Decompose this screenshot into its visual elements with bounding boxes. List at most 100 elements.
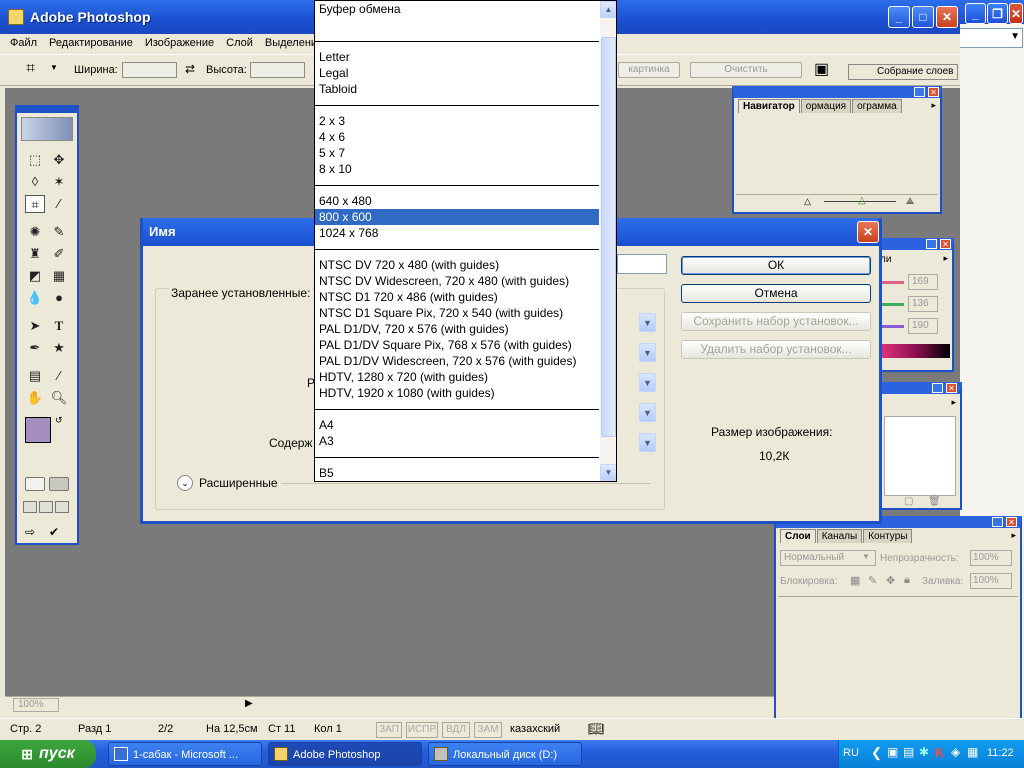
tab-info[interactable]: ормация	[800, 99, 852, 113]
preset-list-item[interactable]	[315, 17, 599, 33]
preset-list-item[interactable]: HDTV, 1280 x 720 (with guides)	[315, 369, 599, 385]
preset-list-item[interactable]: PAL D1/DV Square Pix, 768 x 576 (with gu…	[315, 337, 599, 353]
green-slider[interactable]	[882, 303, 904, 306]
lock-icon[interactable]: 🔒︎	[904, 574, 910, 587]
preset-list-item[interactable]: 5 x 7	[315, 145, 599, 161]
screen-mode-full-menu-icon[interactable]	[39, 501, 53, 513]
preset-list-item[interactable]: Letter	[315, 49, 599, 65]
preset-list-item[interactable]: NTSC DV Widescreen, 720 x 480 (with guid…	[315, 273, 599, 289]
network-icon[interactable]: ▣	[887, 745, 898, 759]
scroll-down-icon[interactable]: ▼	[600, 464, 616, 481]
stamp-tool-icon[interactable]: ♜	[25, 245, 45, 263]
spelling-book-icon[interactable]: 📖︎	[588, 721, 605, 737]
type-tool-icon[interactable]: T	[49, 317, 69, 335]
eraser-tool-icon[interactable]: ◩	[25, 267, 45, 285]
tab-layers[interactable]: Слои	[780, 529, 816, 543]
swap-colors-icon[interactable]: ↺	[55, 415, 63, 426]
crop-tool-icon[interactable]: ⌗	[26, 60, 35, 78]
path-selection-icon[interactable]: ➤	[25, 317, 45, 335]
layer-comps-tab[interactable]: Собрание слоев	[848, 64, 958, 80]
star-icon[interactable]: ✱	[919, 745, 929, 759]
swap-icon[interactable]: ⇄	[185, 62, 195, 76]
advanced-label[interactable]: Расширенные	[199, 476, 278, 490]
panel-menu-icon[interactable]: ▸	[951, 397, 956, 408]
chevron-down-icon[interactable]: ▼	[639, 313, 656, 332]
preset-list-item[interactable]: Legal	[315, 65, 599, 81]
dodge-tool-icon[interactable]: ●	[49, 289, 69, 307]
jump-to-imageready-icon[interactable]: ⇨	[25, 525, 45, 541]
fill-input[interactable]: 100%	[970, 573, 1012, 589]
trash-icon[interactable]: 🗑︎	[928, 496, 941, 507]
taskbar-item-explorer[interactable]: Локальный диск (D:)	[428, 742, 582, 766]
close-icon[interactable]: ✕	[1006, 517, 1017, 527]
preset-list-item[interactable]: 1024 x 768	[315, 225, 599, 241]
preset-list-item[interactable]: Tabloid	[315, 81, 599, 97]
preset-list-item[interactable]: 800 x 600	[315, 209, 599, 225]
rec-indicator[interactable]: ЗАП	[376, 722, 402, 738]
minimize-icon[interactable]: _	[914, 87, 925, 97]
zoom-out-icon[interactable]: △	[804, 196, 811, 207]
close-icon[interactable]: ✕	[946, 383, 957, 393]
ovr-indicator[interactable]: ЗАМ	[474, 722, 502, 738]
tray-expand-icon[interactable]: ❮	[871, 745, 882, 761]
lock-brush-icon[interactable]: ✎	[868, 574, 877, 587]
scroll-up-icon[interactable]: ▲	[600, 1, 616, 18]
ok-button[interactable]: ОК	[681, 256, 871, 275]
zoom-tool-icon[interactable]: 🔍︎	[49, 389, 69, 407]
cancel-button[interactable]: Отмена	[681, 284, 871, 303]
tab-paths[interactable]: Контуры	[863, 529, 913, 543]
opacity-input[interactable]: 100%	[970, 550, 1012, 566]
tab-channels[interactable]: Каналы	[816, 529, 863, 543]
maximize-icon[interactable]: □	[912, 6, 934, 28]
foreground-color-swatch[interactable]	[25, 417, 51, 443]
panel-menu-icon[interactable]: ▸	[931, 100, 936, 111]
menu-layer[interactable]: Слой	[220, 34, 259, 52]
new-item-icon[interactable]: ▢	[904, 496, 913, 507]
preset-dropdown-list[interactable]: Буфер обмена Letter Legal Tabloid 2 x 34 x 6…	[314, 0, 617, 482]
hand-tool-icon[interactable]: ✋	[25, 389, 45, 407]
close-icon[interactable]: ✕	[940, 239, 951, 249]
screen-mode-standard-icon[interactable]	[23, 501, 37, 513]
lock-transparency-icon[interactable]: ▦	[850, 574, 860, 587]
zoom-in-icon[interactable]: ⟁	[906, 196, 914, 207]
gradient-tool-icon[interactable]: ▦	[49, 267, 69, 285]
blue-slider[interactable]	[882, 325, 904, 328]
save-preset-button[interactable]: Сохранить набор установок...	[681, 312, 871, 331]
clear-button[interactable]: Очистить	[690, 62, 802, 78]
move-tool-icon[interactable]: ✥	[49, 151, 69, 169]
pen-tool-icon[interactable]: ✒	[25, 339, 45, 357]
antivirus-icon[interactable]: K	[935, 745, 944, 760]
minimize-icon[interactable]: _	[992, 517, 1003, 527]
language-indicator[interactable]: RU	[843, 747, 859, 759]
panel-menu-icon[interactable]: ▸	[943, 253, 948, 264]
width-input[interactable]	[122, 62, 177, 78]
start-button[interactable]: ⊞ пуск	[0, 740, 96, 768]
expand-advanced-icon[interactable]: ⌄	[177, 475, 193, 491]
delete-preset-button[interactable]: Удалить набор установок...	[681, 340, 871, 359]
front-image-button[interactable]: картинка	[618, 62, 680, 78]
magic-wand-icon[interactable]: ✶	[49, 173, 69, 191]
edit-in-imageready-icon[interactable]: ✔	[49, 525, 69, 541]
taskbar-item-photoshop[interactable]: Adobe Photoshop	[268, 742, 422, 766]
name-input[interactable]	[617, 254, 667, 274]
chevron-down-icon[interactable]: ▼	[639, 373, 656, 392]
menu-edit[interactable]: Редактирование	[43, 34, 139, 52]
taskbar-item-word[interactable]: 1-сабак - Microsoft ...	[108, 742, 262, 766]
trk-indicator[interactable]: ИСПР	[406, 722, 438, 738]
preset-list-item[interactable]: PAL D1/DV, 720 x 576 (with guides)	[315, 321, 599, 337]
restore-icon[interactable]: ❐	[987, 3, 1008, 24]
blur-tool-icon[interactable]: 💧	[25, 289, 45, 307]
minimize-icon[interactable]: _	[926, 239, 937, 249]
preset-list-item[interactable]: NTSC D1 720 x 486 (with guides)	[315, 289, 599, 305]
dropdown-scrollbar[interactable]: ▲ ▼	[600, 1, 616, 481]
palette-well-icon[interactable]: ▣	[814, 59, 829, 79]
slice-tool-icon[interactable]: ⁄	[49, 195, 69, 213]
preset-list-item[interactable]: A3	[315, 433, 599, 449]
preset-list-item[interactable]: PAL D1/DV Widescreen, 720 x 576 (with gu…	[315, 353, 599, 369]
shape-tool-icon[interactable]: ★	[49, 339, 69, 357]
tray-app-icon[interactable]: ▦	[967, 745, 978, 759]
green-value[interactable]: 136	[908, 296, 938, 312]
menu-image[interactable]: Изображение	[139, 34, 220, 52]
red-slider[interactable]	[882, 281, 904, 284]
clock[interactable]: 11:22	[987, 747, 1014, 759]
